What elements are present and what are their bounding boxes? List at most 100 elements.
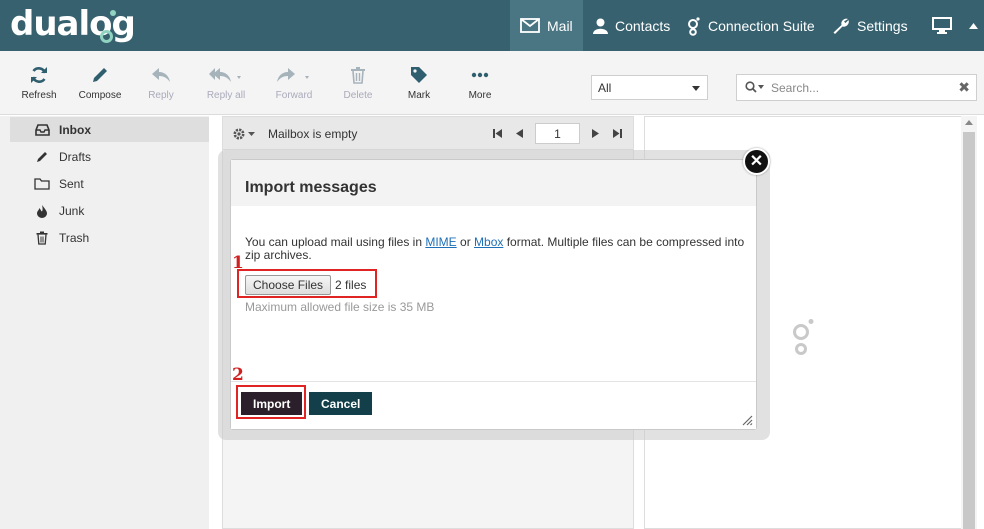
mark-label: Mark bbox=[407, 90, 431, 101]
more-label: More bbox=[468, 90, 492, 101]
nav-mail-label: Mail bbox=[547, 17, 573, 34]
message-filter-select[interactable]: All bbox=[591, 75, 708, 100]
previous-page-icon bbox=[516, 129, 523, 138]
dialog-header: Import messages bbox=[231, 160, 756, 206]
gear-icon bbox=[233, 128, 245, 140]
close-dialog-button[interactable]: ✕ bbox=[743, 148, 770, 175]
more-dots-icon bbox=[471, 72, 489, 78]
forward-icon bbox=[277, 68, 309, 82]
monitor-icon bbox=[932, 17, 952, 34]
nav-contacts-label: Contacts bbox=[615, 17, 671, 34]
last-page-icon bbox=[613, 129, 622, 138]
more-button[interactable]: More bbox=[450, 65, 510, 101]
close-icon: ✕ bbox=[749, 152, 764, 170]
reply-button[interactable]: Reply bbox=[131, 65, 191, 101]
toolbar: Refresh Compose Reply Reply all Forward … bbox=[0, 51, 984, 115]
collapse-header-button[interactable] bbox=[969, 0, 978, 51]
refresh-label: Refresh bbox=[21, 90, 57, 101]
first-page-button[interactable] bbox=[493, 123, 502, 144]
delete-button[interactable]: Delete bbox=[328, 65, 388, 101]
message-list-header: Mailbox is empty 1 bbox=[223, 117, 633, 150]
delete-label: Delete bbox=[343, 90, 373, 101]
refresh-button[interactable]: Refresh bbox=[9, 65, 69, 101]
refresh-icon bbox=[31, 67, 47, 83]
dialog-description: You can upload mail using files in MIME … bbox=[245, 236, 750, 262]
dialog-title: Import messages bbox=[245, 179, 377, 196]
first-page-icon bbox=[493, 129, 502, 138]
sidebar-item-label: Inbox bbox=[59, 122, 91, 137]
annotation-box-choose-files bbox=[237, 269, 377, 298]
logo-dot bbox=[110, 10, 116, 16]
envelope-icon bbox=[520, 18, 540, 33]
description-text-start: You can upload mail using files in bbox=[245, 235, 426, 249]
search-input[interactable] bbox=[771, 79, 941, 97]
trash-icon bbox=[34, 231, 50, 245]
reply-all-button[interactable]: Reply all bbox=[196, 65, 256, 101]
annotation-step-2: 2 bbox=[232, 365, 244, 385]
caret-up-icon bbox=[969, 22, 978, 29]
pencil-icon bbox=[93, 68, 107, 82]
tag-icon bbox=[411, 67, 427, 83]
compose-button[interactable]: Compose bbox=[70, 65, 130, 101]
reply-label: Reply bbox=[148, 90, 174, 101]
mbox-link[interactable]: Mbox bbox=[474, 235, 503, 249]
sidebar-item-sent[interactable]: Sent bbox=[10, 171, 209, 196]
max-file-size-note: Maximum allowed file size is 35 MB bbox=[245, 300, 435, 314]
sidebar-item-label: Junk bbox=[59, 203, 85, 218]
sidebar-item-drafts[interactable]: Drafts bbox=[10, 144, 209, 169]
sidebar-item-trash[interactable]: Trash bbox=[10, 225, 209, 250]
compose-label: Compose bbox=[78, 90, 122, 101]
reply-all-label: Reply all bbox=[206, 90, 246, 101]
nav-connection-suite[interactable]: Connection Suite bbox=[687, 0, 815, 51]
dualog-watermark-icon bbox=[792, 318, 816, 361]
chevron-down-icon bbox=[692, 86, 700, 91]
nav-settings[interactable]: Settings bbox=[832, 0, 908, 51]
pencil-icon bbox=[34, 150, 50, 163]
search-box: ✖ bbox=[736, 74, 977, 101]
reply-all-icon bbox=[209, 68, 241, 82]
mark-button[interactable]: Mark bbox=[389, 65, 449, 101]
nav-mail[interactable]: Mail bbox=[510, 0, 583, 51]
message-filter-value: All bbox=[598, 81, 612, 95]
fire-icon bbox=[34, 204, 50, 218]
folder-sidebar: Inbox Drafts Sent Junk Trash bbox=[0, 116, 209, 529]
list-options-button[interactable] bbox=[232, 127, 255, 141]
trash-icon bbox=[351, 67, 365, 84]
nav-contacts[interactable]: Contacts bbox=[593, 0, 670, 51]
logo-ring bbox=[100, 30, 113, 43]
sidebar-item-junk[interactable]: Junk bbox=[10, 198, 209, 223]
user-icon bbox=[593, 18, 608, 34]
top-bar: dualog Mail Contacts Connection Suite Se… bbox=[0, 0, 984, 51]
clear-search-icon[interactable]: ✖ bbox=[958, 79, 970, 96]
connection-suite-icon bbox=[688, 16, 700, 36]
last-page-button[interactable] bbox=[613, 123, 622, 144]
description-text-or: or bbox=[456, 235, 475, 249]
folder-icon bbox=[34, 177, 50, 190]
wrench-icon bbox=[833, 18, 849, 34]
logo: dualog bbox=[10, 4, 136, 44]
chevron-down-icon bbox=[248, 131, 255, 136]
sidebar-item-inbox[interactable]: Inbox bbox=[10, 117, 209, 142]
inbox-icon bbox=[34, 123, 50, 136]
next-page-icon bbox=[592, 129, 599, 138]
reply-icon bbox=[152, 68, 170, 82]
sidebar-item-label: Drafts bbox=[59, 149, 92, 164]
scroll-up-icon[interactable] bbox=[965, 120, 973, 125]
scroll-thumb[interactable] bbox=[963, 132, 975, 529]
forward-label: Forward bbox=[275, 90, 313, 101]
resize-handle-icon[interactable] bbox=[742, 415, 753, 426]
preview-scrollbar[interactable] bbox=[961, 116, 977, 529]
sidebar-item-label: Trash bbox=[59, 230, 90, 245]
sidebar-item-label: Sent bbox=[59, 176, 84, 191]
page-number-input[interactable]: 1 bbox=[535, 123, 580, 144]
display-menu-button[interactable] bbox=[932, 0, 952, 51]
cancel-button[interactable]: Cancel bbox=[309, 392, 373, 415]
annotation-box-import bbox=[236, 385, 306, 419]
forward-button[interactable]: Forward bbox=[264, 65, 324, 101]
next-page-button[interactable] bbox=[592, 123, 599, 144]
search-options-icon[interactable] bbox=[745, 81, 765, 97]
previous-page-button[interactable] bbox=[516, 123, 523, 144]
dialog-footer: Import Cancel bbox=[231, 381, 756, 429]
mailbox-status: Mailbox is empty bbox=[268, 127, 358, 141]
mime-link[interactable]: MIME bbox=[425, 235, 456, 249]
